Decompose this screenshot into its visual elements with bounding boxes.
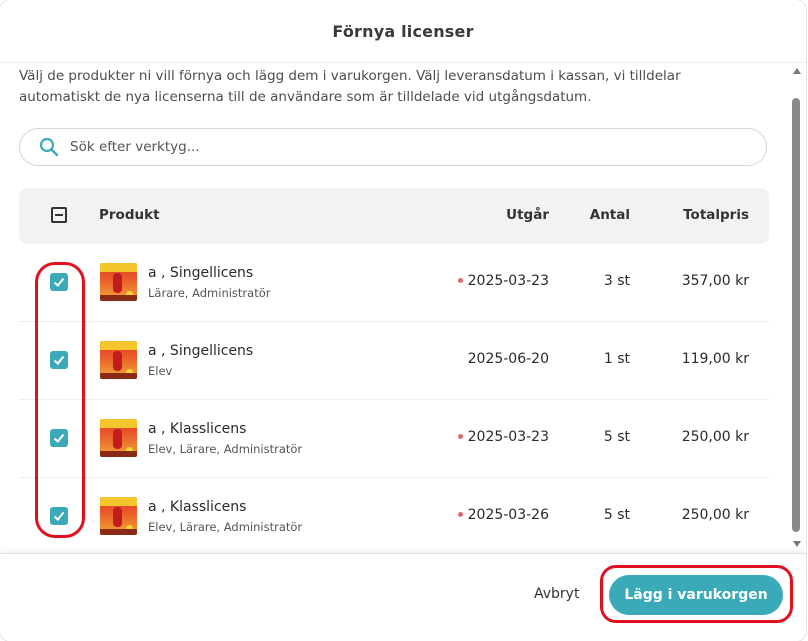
total-price: 250,00 kr [681, 429, 749, 445]
checkmark-icon [53, 511, 65, 521]
expiry-date: 2025-03-26 [457, 507, 549, 523]
table-header: Produkt Utgår Antal Totalpris [19, 188, 769, 244]
product-roles: Lärare, Administratör [148, 286, 271, 300]
license-row: a , Singellicens Elev 2025-06-20 1 st 11… [19, 322, 769, 400]
expiry-date: 2025-03-23 [457, 273, 549, 289]
product-roles: Elev, Lärare, Administratör [148, 442, 303, 456]
product-thumbnail [100, 497, 137, 535]
total-price: 250,00 kr [681, 507, 749, 523]
total-price: 119,00 kr [681, 351, 749, 367]
renew-licenses-modal: Förnya licenser Välj de produkter ni vil… [0, 0, 806, 641]
select-all-checkbox[interactable] [51, 207, 67, 223]
search-bar[interactable] [19, 128, 767, 166]
product-name: a , Singellicens [148, 265, 254, 281]
product-thumbnail [100, 263, 137, 301]
column-header-product: Produkt [99, 207, 160, 223]
quantity: 5 st [603, 507, 630, 523]
column-header-expires: Utgår [506, 207, 549, 223]
modal-footer: Avbryt Lägg i varukorgen [0, 553, 806, 641]
search-icon [39, 137, 59, 157]
row-checkbox[interactable] [50, 351, 68, 369]
license-row: a , Singellicens Lärare, Administratör 2… [19, 244, 769, 322]
modal-header: Förnya licenser [0, 0, 806, 63]
product-roles: Elev, Lärare, Administratör [148, 520, 303, 534]
row-checkbox[interactable] [50, 273, 68, 291]
column-header-quantity: Antal [589, 207, 630, 223]
row-checkbox[interactable] [50, 429, 68, 447]
product-name: a , Singellicens [148, 343, 254, 359]
expiring-soon-dot-icon [457, 277, 463, 283]
product-name: a , Klasslicens [148, 499, 247, 515]
quantity: 5 st [603, 429, 630, 445]
row-checkbox[interactable] [50, 507, 68, 525]
product-thumbnail [100, 419, 137, 457]
expiry-date: 2025-06-20 [467, 351, 549, 367]
expiring-soon-dot-icon [457, 511, 463, 517]
total-price: 357,00 kr [681, 273, 749, 289]
quantity: 3 st [603, 273, 630, 289]
expiry-date: 2025-03-23 [457, 429, 549, 445]
expiring-soon-dot-icon [457, 433, 463, 439]
scroll-down-arrow-icon[interactable] [793, 541, 801, 547]
checkmark-icon [53, 355, 65, 365]
add-to-cart-button[interactable]: Lägg i varukorgen [609, 575, 783, 615]
column-header-total: Totalpris [683, 207, 749, 223]
product-thumbnail [100, 341, 137, 379]
checkmark-icon [53, 433, 65, 443]
license-row: a , Klasslicens Elev, Lärare, Administra… [19, 400, 769, 478]
checkmark-icon [53, 277, 65, 287]
cancel-button[interactable]: Avbryt [528, 585, 585, 603]
license-list: a , Singellicens Lärare, Administratör 2… [19, 244, 769, 556]
product-name: a , Klasslicens [148, 421, 247, 437]
product-roles: Elev [148, 364, 173, 378]
modal-title: Förnya licenser [332, 21, 474, 41]
scrollbar-thumb[interactable] [792, 98, 800, 532]
license-row: a , Klasslicens Elev, Lärare, Administra… [19, 478, 769, 556]
scroll-up-arrow-icon[interactable] [793, 68, 801, 74]
intro-text: Välj de produkter ni vill förnya och läg… [19, 68, 681, 105]
search-input[interactable] [68, 138, 712, 156]
quantity: 1 st [603, 351, 630, 367]
